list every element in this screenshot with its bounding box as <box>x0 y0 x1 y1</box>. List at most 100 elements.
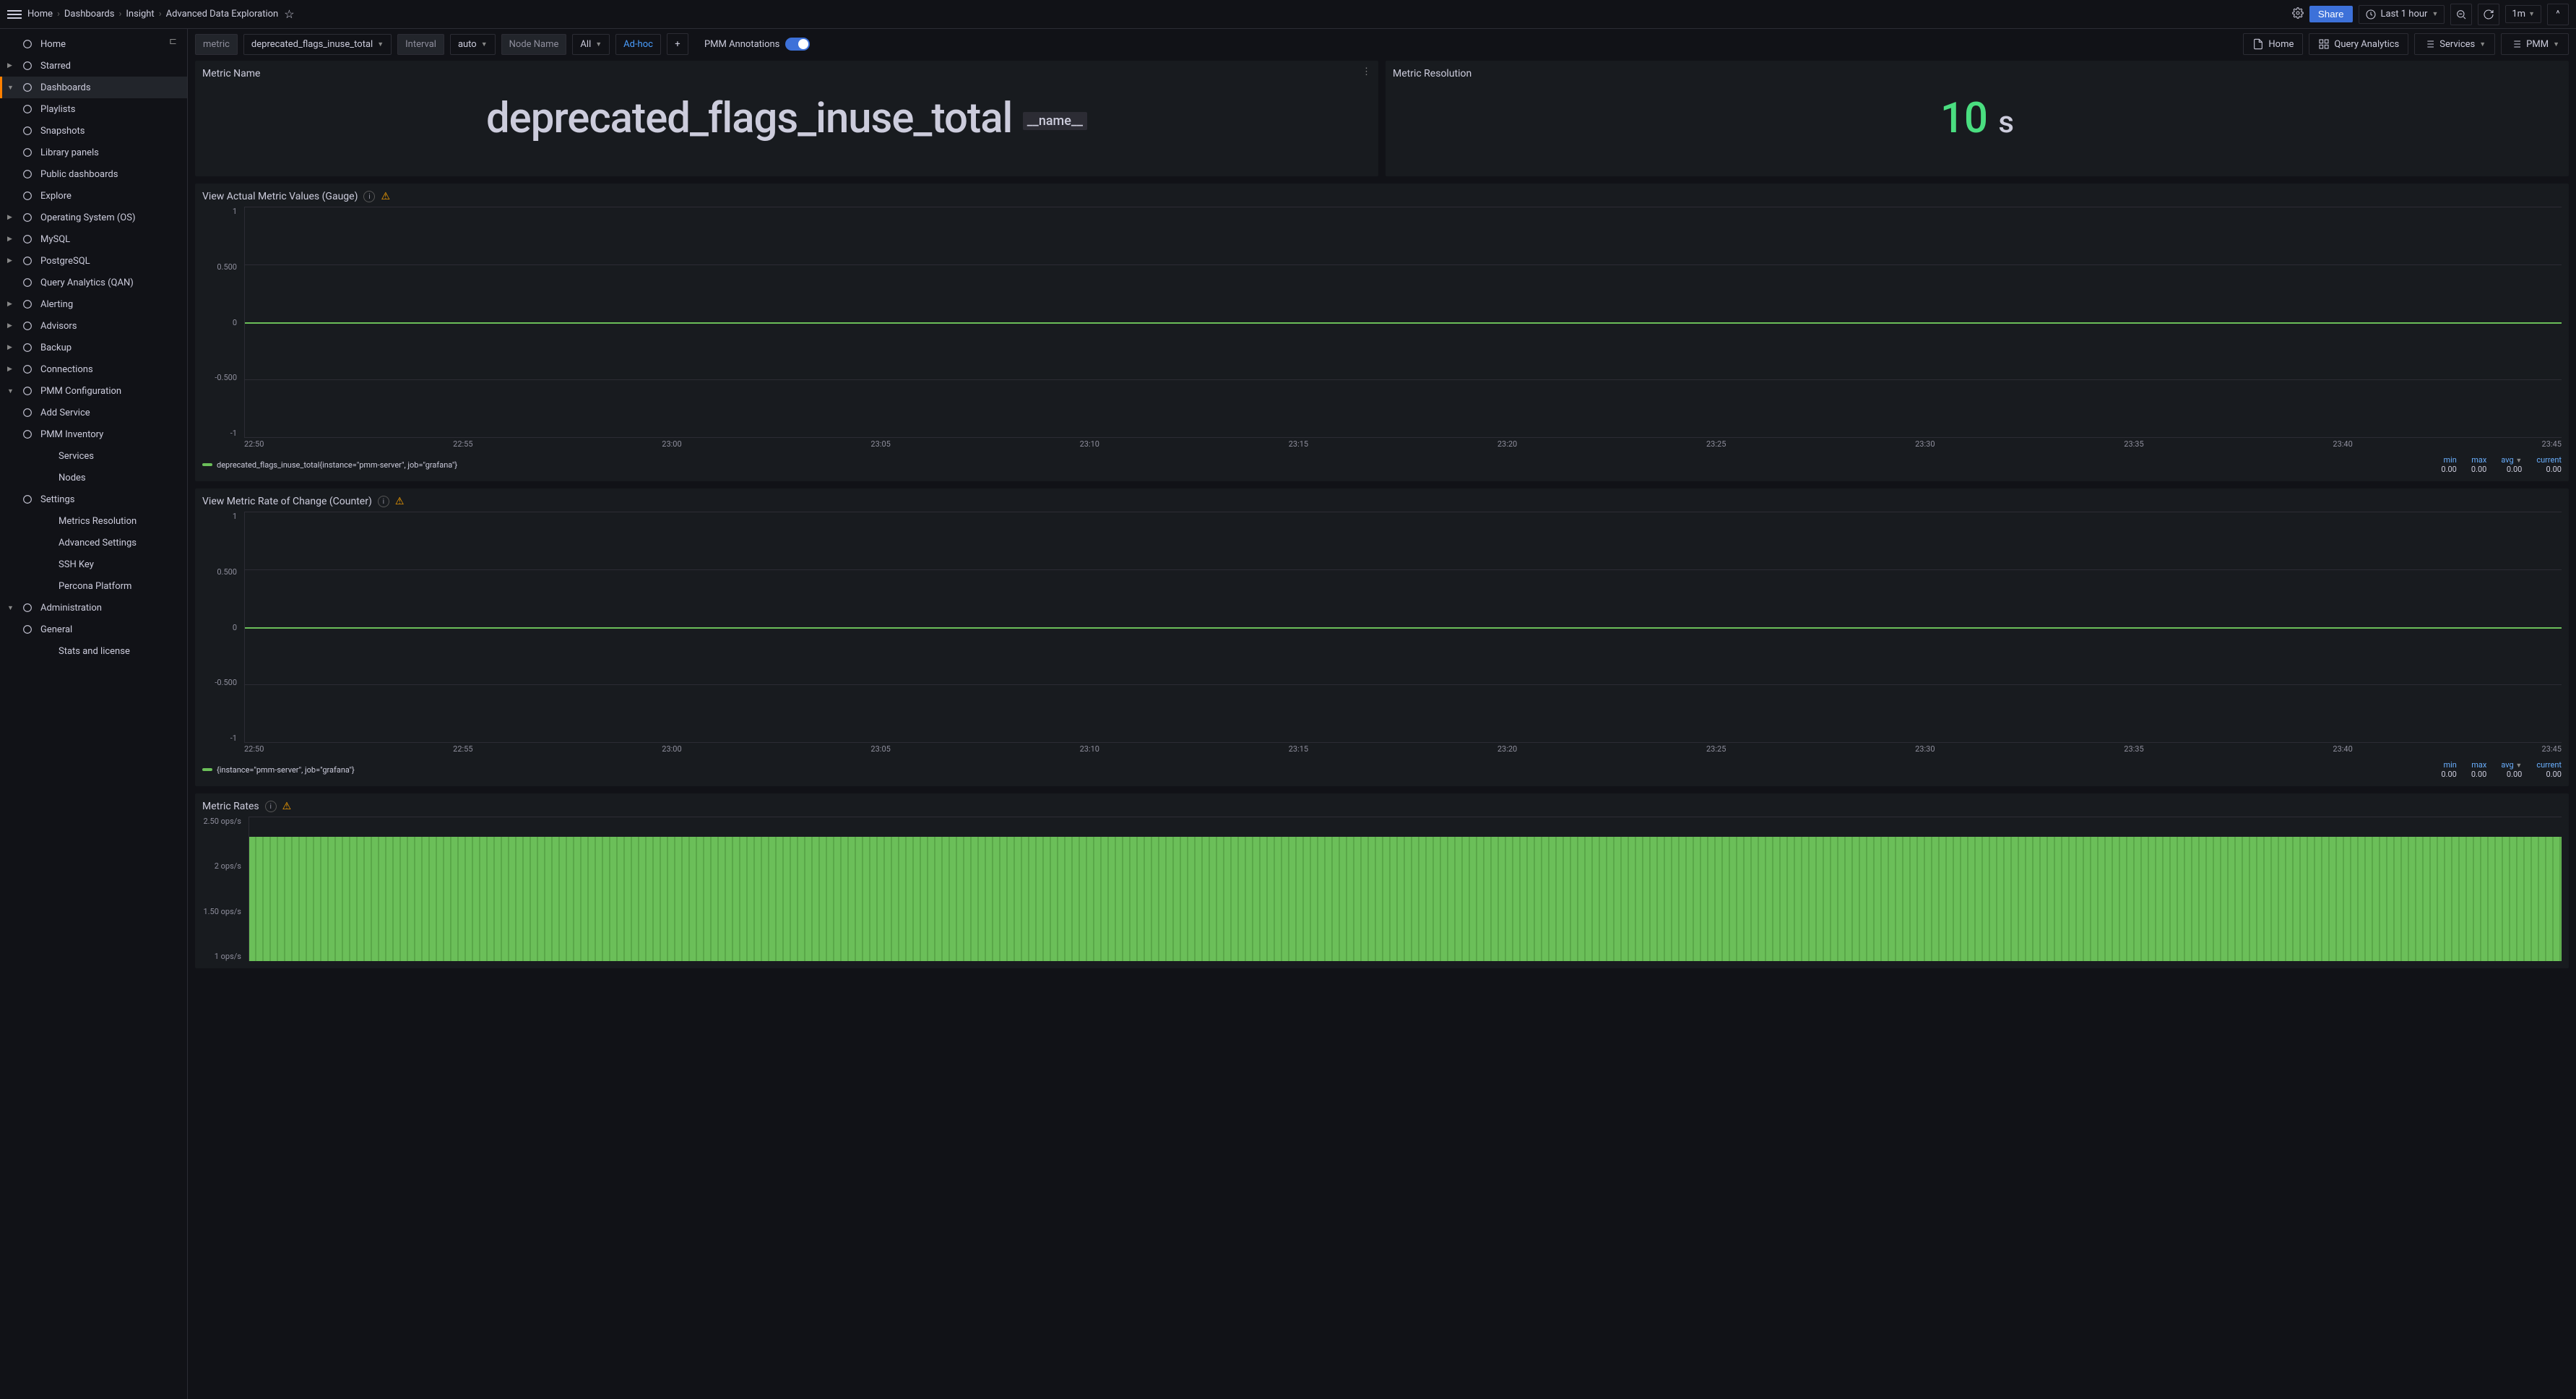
legend-series-name[interactable]: deprecated_flags_inuse_total{instance="p… <box>217 460 457 470</box>
sidebar-item-postgresql[interactable]: ▶PostgreSQL <box>0 250 187 272</box>
x-tick: 23:45 <box>2542 439 2562 452</box>
time-range-picker[interactable]: Last 1 hour ▼ <box>2359 5 2445 24</box>
sidebar-item-pmm-inventory[interactable]: PMM Inventory <box>0 423 187 445</box>
x-tick: 23:40 <box>2333 439 2352 452</box>
breadcrumb-home[interactable]: Home <box>27 9 53 20</box>
info-icon[interactable]: i <box>378 496 389 507</box>
legend-col-max[interactable]: max <box>2471 455 2486 465</box>
sidebar-item-label: Advanced Settings <box>59 538 137 548</box>
sidebar-item-add-service[interactable]: Add Service <box>0 402 187 423</box>
sidebar-item-playlists[interactable]: Playlists <box>0 98 187 120</box>
breadcrumb-dashboards[interactable]: Dashboards <box>64 9 115 20</box>
breadcrumb-insight[interactable]: Insight <box>126 9 154 20</box>
info-icon[interactable]: i <box>265 801 277 812</box>
warning-icon[interactable]: ⚠ <box>395 496 405 507</box>
link-home[interactable]: Home <box>2243 33 2303 55</box>
x-tick: 23:30 <box>1915 439 1935 452</box>
refresh-interval-label: 1m <box>2512 9 2525 20</box>
sidebar-item-label: Starred <box>40 61 71 72</box>
legend-col-current[interactable]: current <box>2536 455 2562 465</box>
star-icon[interactable]: ☆ <box>284 7 294 21</box>
x-tick: 23:05 <box>870 439 890 452</box>
blank-icon <box>40 515 51 527</box>
sidebar-item-mysql[interactable]: ▶MySQL <box>0 228 187 250</box>
sidebar-item-connections[interactable]: ▶Connections <box>0 358 187 380</box>
wrench-icon <box>22 385 33 397</box>
legend-col-avg[interactable]: avg ▼ <box>2501 760 2522 770</box>
blank-icon <box>40 472 51 483</box>
legend-col-min[interactable]: min <box>2441 760 2456 770</box>
sidebar-item-label: Metrics Resolution <box>59 516 137 527</box>
chevron-icon: ▼ <box>7 387 14 395</box>
sidebar-item-dashboards[interactable]: ▼Dashboards <box>0 77 187 98</box>
adhoc-filter[interactable]: Ad-hoc <box>615 34 661 55</box>
sidebar-item-services[interactable]: Services <box>0 445 187 467</box>
legend-col-current[interactable]: current <box>2536 760 2562 770</box>
sidebar-item-snapshots[interactable]: Snapshots <box>0 120 187 142</box>
x-tick: 23:25 <box>1706 439 1726 452</box>
sidebar-item-starred[interactable]: ▶Starred <box>0 55 187 77</box>
sidebar-item-advisors[interactable]: ▶Advisors <box>0 315 187 337</box>
sidebar-item-explore[interactable]: Explore <box>0 185 187 207</box>
sidebar-item-general[interactable]: General <box>0 619 187 640</box>
legend-swatch <box>202 463 212 466</box>
sidebar-item-label: Nodes <box>59 473 86 483</box>
settings-icon[interactable] <box>2292 7 2304 22</box>
camera-icon <box>22 125 33 137</box>
sidebar-item-query-analytics-qan-[interactable]: Query Analytics (QAN) <box>0 272 187 293</box>
file-icon <box>2252 38 2264 50</box>
sidebar-item-label: Snapshots <box>40 126 85 137</box>
refresh-interval-picker[interactable]: 1m ▼ <box>2505 5 2541 23</box>
sidebar-item-operating-system-os-[interactable]: ▶Operating System (OS) <box>0 207 187 228</box>
annotations-toggle[interactable] <box>785 38 810 51</box>
collapse-icon[interactable]: ^ <box>2547 4 2569 25</box>
sidebar-item-metrics-resolution[interactable]: Metrics Resolution <box>0 510 187 532</box>
sidebar-item-pmm-configuration[interactable]: ▼PMM Configuration <box>0 380 187 402</box>
link-services[interactable]: Services▼ <box>2414 33 2495 55</box>
sidebar-item-stats-and-license[interactable]: Stats and license <box>0 640 187 662</box>
link-query-analytics[interactable]: Query Analytics <box>2309 33 2408 55</box>
nodename-var-select[interactable]: All▼ <box>572 34 610 55</box>
dock-icon[interactable]: ⊏ <box>169 36 177 47</box>
sidebar-item-label: General <box>40 624 72 635</box>
panel-metric-name: Metric Name ⋮ deprecated_flags_inuse_tot… <box>195 61 1378 176</box>
sidebar-item-advanced-settings[interactable]: Advanced Settings <box>0 532 187 554</box>
sidebar-item-home[interactable]: Home <box>0 33 187 55</box>
sidebar-item-public-dashboards[interactable]: Public dashboards <box>0 163 187 185</box>
x-tick: 23:10 <box>1080 439 1099 452</box>
warning-icon[interactable]: ⚠ <box>381 191 390 202</box>
panels-icon <box>22 168 33 180</box>
x-tick: 23:45 <box>2542 744 2562 757</box>
sidebar-item-ssh-key[interactable]: SSH Key <box>0 554 187 575</box>
refresh-button[interactable] <box>2478 4 2499 25</box>
legend-series-name[interactable]: {instance="pmm-server", job="grafana"} <box>217 765 355 775</box>
resolution-unit: s <box>1998 105 2014 140</box>
interval-var-select[interactable]: auto▼ <box>450 34 496 55</box>
panel-counter: View Metric Rate of Change (Counter) i ⚠… <box>195 488 2569 786</box>
sidebar-item-alerting[interactable]: ▶Alerting <box>0 293 187 315</box>
sidebar-item-administration[interactable]: ▼Administration <box>0 597 187 619</box>
sidebar-item-percona-platform[interactable]: Percona Platform <box>0 575 187 597</box>
chevron-icon: ▶ <box>7 236 14 243</box>
share-button[interactable]: Share <box>2309 6 2353 22</box>
sidebar-item-settings[interactable]: Settings <box>0 488 187 510</box>
sidebar-item-label: Operating System (OS) <box>40 212 135 223</box>
legend-col-avg[interactable]: avg ▼ <box>2501 455 2522 465</box>
sidebar-item-nodes[interactable]: Nodes <box>0 467 187 488</box>
gear-icon <box>22 602 33 614</box>
info-icon[interactable]: i <box>363 191 375 202</box>
panel-metric-resolution: Metric Resolution 10 s <box>1386 61 2569 176</box>
sidebar-item-library-panels[interactable]: Library panels <box>0 142 187 163</box>
panel-menu-icon[interactable]: ⋮ <box>1362 66 1371 77</box>
legend-col-max[interactable]: max <box>2471 760 2486 770</box>
panel-rates: Metric Rates i ⚠ 2.50 ops/s2 ops/s1.50 o… <box>195 793 2569 968</box>
legend-col-min[interactable]: min <box>2441 455 2456 465</box>
warning-icon[interactable]: ⚠ <box>282 801 292 812</box>
zoom-out-button[interactable] <box>2450 4 2472 25</box>
add-filter-button[interactable]: + <box>667 33 688 55</box>
x-tick: 23:35 <box>2124 439 2143 452</box>
link-pmm[interactable]: PMM▼ <box>2501 33 2569 55</box>
sidebar-item-backup[interactable]: ▶Backup <box>0 337 187 358</box>
metric-var-select[interactable]: deprecated_flags_inuse_total▼ <box>243 34 392 55</box>
hamburger-icon[interactable] <box>7 7 22 22</box>
